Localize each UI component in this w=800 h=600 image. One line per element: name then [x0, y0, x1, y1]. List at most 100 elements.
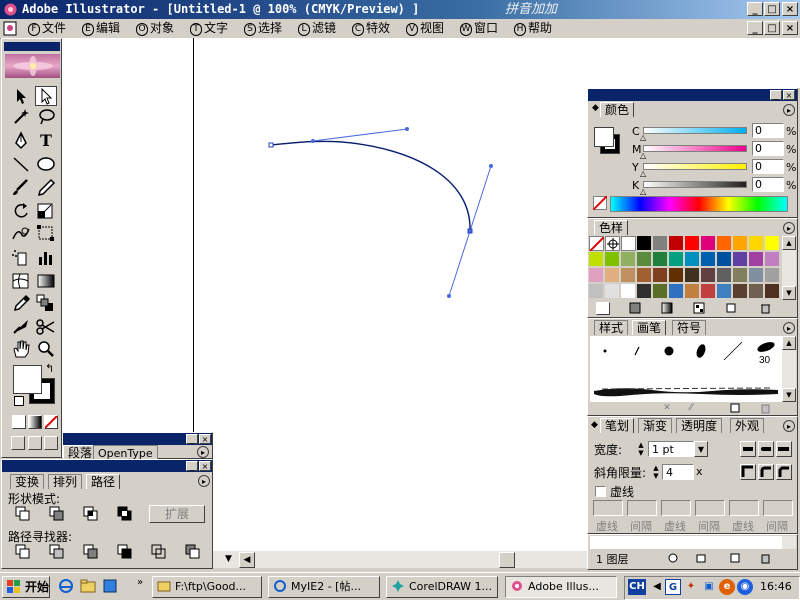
menu-filter[interactable]: L 滤镜: [298, 20, 336, 37]
panel-menu-button[interactable]: ▸: [783, 222, 795, 234]
swatch-white[interactable]: [621, 236, 636, 251]
add-to-shape-icon[interactable]: [14, 505, 32, 523]
swatch-color[interactable]: [605, 284, 620, 299]
swatch-color[interactable]: [701, 252, 716, 267]
task-illustrator[interactable]: Adobe Illus...: [505, 576, 617, 598]
projecting-cap-icon[interactable]: [776, 441, 792, 457]
tab-stroke[interactable]: 笔划: [600, 418, 635, 433]
color-spectrum-bar[interactable]: [610, 196, 788, 212]
swatch-color[interactable]: [653, 252, 668, 267]
make-clipping-mask-icon[interactable]: [666, 552, 680, 565]
swatch-scrollbar[interactable]: ▲ ▼: [782, 236, 796, 300]
hand-tool-icon[interactable]: [10, 339, 32, 359]
black-slider[interactable]: [643, 181, 747, 188]
new-brush-icon[interactable]: [728, 402, 742, 415]
panel-minimize-button[interactable]: _: [770, 90, 782, 100]
swatch-color[interactable]: [621, 268, 636, 283]
graph-tool-icon[interactable]: [35, 247, 57, 267]
brush-oval[interactable]: [686, 336, 716, 366]
slider-thumb-icon[interactable]: △: [640, 151, 646, 160]
start-button[interactable]: 开始: [2, 576, 50, 598]
menu-window[interactable]: W 窗口: [460, 20, 498, 37]
tray-volume-icon[interactable]: ◉: [737, 579, 753, 595]
delete-brush-icon[interactable]: [758, 402, 772, 415]
panel-menu-button[interactable]: ▸: [783, 322, 795, 334]
brush-calligraphic-line[interactable]: [718, 336, 748, 366]
scroll-down-button[interactable]: ▼: [782, 388, 796, 402]
warp-tool-icon[interactable]: [10, 223, 32, 243]
selection-tool-icon[interactable]: [10, 86, 32, 106]
standard-screen-mode-button[interactable]: [11, 436, 25, 450]
swatch-color[interactable]: [653, 268, 668, 283]
tab-styles[interactable]: 样式: [594, 320, 629, 335]
merge-icon[interactable]: [82, 543, 100, 561]
swatch-color[interactable]: [717, 284, 732, 299]
default-colors-icon[interactable]: [14, 396, 24, 406]
trim-icon[interactable]: [48, 543, 66, 561]
magenta-slider[interactable]: [643, 145, 747, 152]
swatch-color[interactable]: [765, 236, 780, 251]
tray-arrow-icon[interactable]: ◀: [649, 579, 665, 595]
tab-brushes[interactable]: 画笔: [632, 320, 667, 335]
show-pattern-swatches-icon[interactable]: [692, 302, 706, 315]
swatch-color[interactable]: [589, 268, 604, 283]
pen-tool-icon[interactable]: [10, 131, 32, 151]
scroll-left-button[interactable]: ◀: [239, 552, 255, 568]
scroll-up-button[interactable]: ▲: [782, 336, 796, 350]
swatch-color[interactable]: [765, 284, 780, 299]
ime-indicator[interactable]: CH: [628, 579, 646, 595]
panel-menu-button[interactable]: ▸: [198, 475, 210, 487]
swatch-color[interactable]: [669, 284, 684, 299]
show-all-swatches-button[interactable]: [596, 302, 610, 315]
brush-calligraphic-thin[interactable]: [622, 336, 652, 366]
swatch-color[interactable]: [733, 268, 748, 283]
tab-color[interactable]: 颜色: [600, 102, 635, 117]
crop-icon[interactable]: [116, 543, 134, 561]
swatch-color[interactable]: [749, 236, 764, 251]
none-color-swatch[interactable]: [593, 196, 607, 210]
new-sublayer-icon[interactable]: [694, 552, 708, 565]
swatch-color[interactable]: [733, 284, 748, 299]
none-mode-button[interactable]: [44, 415, 58, 429]
ie-icon[interactable]: [58, 578, 74, 594]
swatch-color[interactable]: [717, 252, 732, 267]
swatch-color[interactable]: [669, 252, 684, 267]
swatch-color[interactable]: [717, 236, 732, 251]
free-transform-tool-icon[interactable]: [35, 223, 57, 243]
swatch-color[interactable]: [685, 284, 700, 299]
zoom-tool-icon[interactable]: [35, 339, 57, 359]
menu-object[interactable]: O 对象: [136, 20, 174, 37]
brush-options-icon[interactable]: ⁄⁄: [684, 402, 698, 415]
swatch-color[interactable]: [701, 284, 716, 299]
tab-paragraph[interactable]: 段落: [63, 445, 98, 460]
pencil-tool-icon[interactable]: [35, 177, 57, 197]
gradient-mode-button[interactable]: [28, 415, 42, 429]
panel-close-button[interactable]: ×: [783, 90, 795, 100]
magenta-value[interactable]: 0: [752, 141, 784, 156]
swatch-color[interactable]: [589, 252, 604, 267]
color-mode-button[interactable]: [12, 415, 26, 429]
slider-thumb-icon[interactable]: △: [640, 187, 646, 196]
slider-thumb-icon[interactable]: △: [640, 133, 646, 142]
swatch-color[interactable]: [749, 252, 764, 267]
yellow-slider[interactable]: [643, 163, 747, 170]
swatch-color[interactable]: [669, 236, 684, 251]
rotate-tool-icon[interactable]: [10, 201, 32, 221]
minus-back-icon[interactable]: [184, 543, 202, 561]
delete-layer-icon[interactable]: [758, 552, 772, 565]
panel-minimize-button[interactable]: _: [186, 461, 198, 471]
tab-opentype[interactable]: OpenType: [93, 445, 158, 460]
minimize-button[interactable]: _: [747, 2, 763, 16]
swatch-color[interactable]: [653, 284, 668, 299]
panel-close-button[interactable]: ×: [199, 434, 211, 444]
swatch-color[interactable]: [637, 236, 652, 251]
gap-field-2[interactable]: [695, 500, 725, 516]
menu-select[interactable]: S 选择: [244, 20, 282, 37]
brush-dot-small[interactable]: [590, 336, 620, 366]
swatch-color[interactable]: [669, 268, 684, 283]
swatch-none[interactable]: [589, 236, 605, 252]
swatch-registration[interactable]: [605, 236, 620, 251]
scroll-down-arrow-icon[interactable]: ▼: [225, 552, 232, 566]
swatch-color[interactable]: [605, 252, 620, 267]
swatch-color[interactable]: [701, 268, 716, 283]
